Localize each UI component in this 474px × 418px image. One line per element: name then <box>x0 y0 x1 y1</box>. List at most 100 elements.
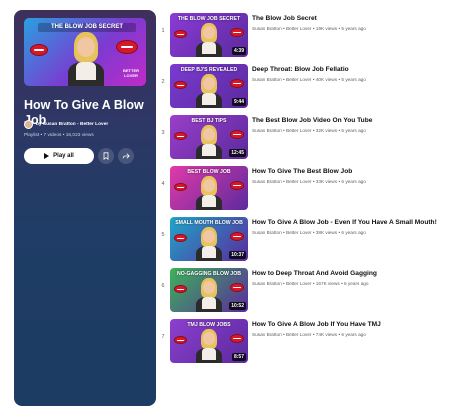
video-index: 3 <box>161 130 165 136</box>
presenter-figure <box>194 23 224 57</box>
video-channel[interactable]: Susan Bratton • Better Lover <box>252 77 312 82</box>
thumbnail-caption: NO-GAGGING BLOW JOB <box>177 271 241 277</box>
lips-graphic <box>174 285 187 293</box>
lips-graphic <box>174 336 187 344</box>
thumbnail-caption: SMALL MOUTH BLOW JOB <box>175 220 243 226</box>
video-index: 6 <box>161 283 165 289</box>
video-title[interactable]: How To Give The Best Blow Job <box>252 168 466 176</box>
video-views: 32K views <box>315 128 338 133</box>
video-duration: 10:52 <box>229 302 246 310</box>
share-playlist-button[interactable] <box>118 148 134 164</box>
play-icon <box>44 153 50 159</box>
thumbnail-caption: BEST BLOW JOB <box>187 169 231 175</box>
video-thumbnail[interactable]: THE BLOW JOB SECRET 4:39 <box>170 13 248 57</box>
lips-graphic <box>174 234 187 242</box>
owner-name[interactable]: by Susan Bratton - Better Lover <box>36 122 108 127</box>
video-title[interactable]: The Best Blow Job Video On You Tube <box>252 117 466 125</box>
video-views: 38K views <box>315 230 338 235</box>
video-channel[interactable]: Susan Bratton • Better Lover <box>252 332 312 337</box>
video-duration: 12:45 <box>229 149 246 157</box>
video-age: 5 years ago <box>341 77 366 82</box>
presenter-figure <box>194 329 224 363</box>
video-views: 74K views <box>315 332 338 337</box>
playlist-meta: Playlist • 7 videos • 16,023 views <box>24 133 94 138</box>
playlist-video-row[interactable]: 3 BEST BJ TIPS 12:45 The Best Blow Job V… <box>158 112 468 159</box>
video-index: 4 <box>161 181 165 187</box>
presenter-figure <box>194 125 224 159</box>
video-title[interactable]: The Blow Job Secret <box>252 15 466 23</box>
video-info: How to Deep Throat And Avoid Gagging Sus… <box>252 270 466 286</box>
video-views: 40K views <box>315 77 338 82</box>
lips-graphic <box>230 28 244 37</box>
play-all-button[interactable]: Play all <box>24 148 94 164</box>
thumbnail-banner: THE BLOW JOB SECRET <box>38 23 136 32</box>
playlist-video-row[interactable]: 6 NO-GAGGING BLOW JOB 10:52 How to Deep … <box>158 265 468 312</box>
video-title[interactable]: How To Give A Blow Job If You Have TMJ <box>252 321 466 329</box>
thumbnail-caption: TMJ BLOW JOBS <box>187 322 231 328</box>
video-thumbnail[interactable]: SMALL MOUTH BLOW JOB 10:37 <box>170 217 248 261</box>
playlist-video-row[interactable]: 4 BEST BLOW JOB How To Give The Best Blo… <box>158 163 468 210</box>
playlist-video-row[interactable]: 1 THE BLOW JOB SECRET 4:39 The Blow Job … <box>158 10 468 57</box>
video-info: How To Give A Blow Job - Even If You Hav… <box>252 219 466 235</box>
playlist-video-row[interactable]: 5 SMALL MOUTH BLOW JOB 10:37 How To Give… <box>158 214 468 261</box>
video-info: Deep Throat: Blow Job Fellatio Susan Bra… <box>252 66 466 82</box>
video-info: The Blow Job Secret Susan Bratton • Bett… <box>252 15 466 31</box>
share-icon <box>122 153 130 159</box>
lips-graphic <box>230 232 244 241</box>
video-thumbnail[interactable]: BEST BJ TIPS 12:45 <box>170 115 248 159</box>
lips-graphic <box>230 130 244 139</box>
video-meta: Susan Bratton • Better Lover • 33K views… <box>252 179 466 184</box>
video-thumbnail[interactable]: BEST BLOW JOB <box>170 166 248 210</box>
video-index: 7 <box>161 334 165 340</box>
video-views: 19K views <box>315 26 338 31</box>
video-index: 1 <box>161 28 165 34</box>
presenter-figure <box>194 176 224 210</box>
presenter-figure <box>194 74 224 108</box>
play-all-label: Play all <box>53 153 74 159</box>
video-title[interactable]: How To Give A Blow Job - Even If You Hav… <box>252 219 466 227</box>
video-channel[interactable]: Susan Bratton • Better Lover <box>252 179 312 184</box>
video-channel[interactable]: Susan Bratton • Better Lover <box>252 128 312 133</box>
video-age: 6 years ago <box>341 332 366 337</box>
video-thumbnail[interactable]: DEEP BJ'S REVEALED 9:44 <box>170 64 248 108</box>
video-age: 5 years ago <box>341 128 366 133</box>
bookmark-icon <box>103 152 109 160</box>
playlist-video-row[interactable]: 7 TMJ BLOW JOBS 8:57 How To Give A Blow … <box>158 316 468 363</box>
video-meta: Susan Bratton • Better Lover • 32K views… <box>252 128 466 133</box>
video-info: How To Give A Blow Job If You Have TMJ S… <box>252 321 466 337</box>
video-meta: Susan Bratton • Better Lover • 38K views… <box>252 230 466 235</box>
video-thumbnail[interactable]: TMJ BLOW JOBS 8:57 <box>170 319 248 363</box>
video-age: 5 years ago <box>341 26 366 31</box>
thumbnail-badge: BETTER LOVER <box>123 68 139 78</box>
playlist-thumbnail[interactable]: THE BLOW JOB SECRET BETTER LOVER <box>24 18 146 86</box>
video-duration: 9:44 <box>231 98 246 106</box>
playlist-video-row[interactable]: 2 DEEP BJ'S REVEALED 9:44 Deep Throat: B… <box>158 61 468 108</box>
lips-graphic <box>116 40 138 54</box>
thumbnail-caption: BEST BJ TIPS <box>191 118 227 124</box>
lips-graphic <box>174 30 187 38</box>
video-info: How To Give The Best Blow Job Susan Brat… <box>252 168 466 184</box>
lips-graphic <box>174 183 187 191</box>
video-channel[interactable]: Susan Bratton • Better Lover <box>252 26 312 31</box>
video-index: 5 <box>161 232 165 238</box>
video-thumbnail[interactable]: NO-GAGGING BLOW JOB 10:52 <box>170 268 248 312</box>
avatar[interactable] <box>24 120 33 129</box>
video-age: 6 years ago <box>341 179 366 184</box>
lips-graphic <box>174 132 187 140</box>
video-views: 33K views <box>315 179 338 184</box>
presenter-figure <box>194 278 224 312</box>
video-title[interactable]: Deep Throat: Blow Job Fellatio <box>252 66 466 74</box>
thumbnail-caption: THE BLOW JOB SECRET <box>177 16 241 22</box>
video-age: 6 years ago <box>341 230 366 235</box>
video-meta: Susan Bratton • Better Lover • 19K views… <box>252 26 466 31</box>
video-channel[interactable]: Susan Bratton • Better Lover <box>252 281 312 286</box>
playlist-owner[interactable]: by Susan Bratton - Better Lover <box>24 120 108 129</box>
lips-graphic <box>230 79 244 88</box>
video-channel[interactable]: Susan Bratton • Better Lover <box>252 230 312 235</box>
video-title[interactable]: How to Deep Throat And Avoid Gagging <box>252 270 466 278</box>
presenter-figure <box>194 227 224 261</box>
video-duration: 8:57 <box>231 353 246 361</box>
video-age: 6 years ago <box>344 281 369 286</box>
lips-graphic <box>230 283 244 292</box>
save-playlist-button[interactable] <box>98 148 114 164</box>
